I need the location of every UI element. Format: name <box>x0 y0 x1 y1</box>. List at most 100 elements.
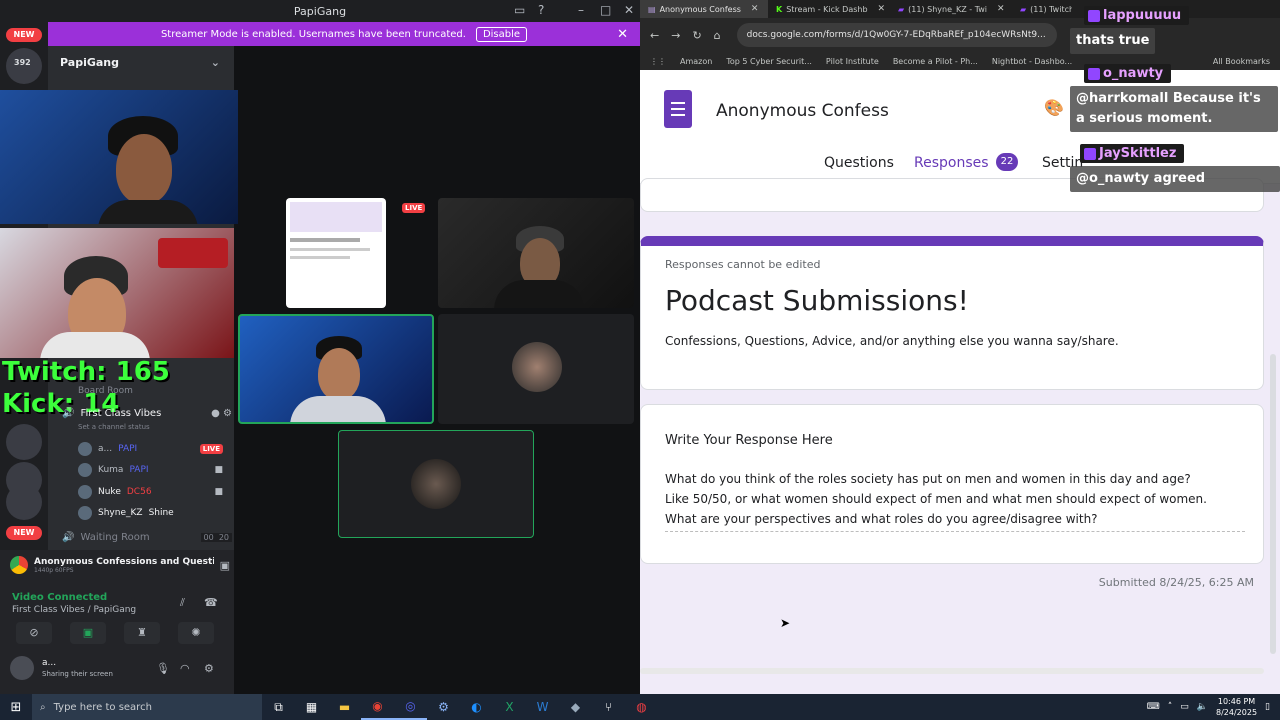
mic-icon[interactable]: 🎙 <box>156 662 170 675</box>
stop-stream-icon[interactable]: ▣ <box>220 559 230 572</box>
voice-user[interactable]: Shyne_KZ Shine <box>78 506 223 520</box>
chevron-up-icon[interactable]: ˄ <box>1168 702 1173 712</box>
user-tag: PAPI <box>118 444 138 454</box>
disable-streamer-mode-button[interactable]: Disable <box>475 26 528 42</box>
gear-icon[interactable]: ⚙ <box>204 662 214 675</box>
user-count: 00 20 <box>200 533 232 542</box>
forward-icon[interactable]: → <box>671 29 680 42</box>
url-text: docs.google.com/forms/d/1Qw0GY-7-EDqRbaR… <box>746 30 1046 40</box>
voice-channel-board-room[interactable]: Board Room <box>78 386 133 396</box>
word-icon[interactable]: W <box>526 694 559 720</box>
maximize-button[interactable]: □ <box>600 3 611 17</box>
streamer-mode-banner: Streamer Mode is enabled. Usernames have… <box>48 22 640 46</box>
new-badge: NEW <box>6 28 42 42</box>
clock[interactable]: 10:46 PM 8/24/2025 <box>1216 696 1257 718</box>
windows-start-icon[interactable]: ⊞ <box>0 700 32 715</box>
tab-label: Anonymous Confess <box>659 4 741 14</box>
excel-icon[interactable]: X <box>493 694 526 720</box>
tab-twitch-shyne[interactable]: ▰ (11) Shyne_KZ - Twi ✕ <box>890 0 1012 18</box>
connection-location[interactable]: First Class Vibes / PapiGang <box>12 605 136 615</box>
form-title[interactable]: Anonymous Confess <box>716 101 889 121</box>
close-tab-icon[interactable]: ✕ <box>878 4 886 14</box>
stage-video-speaking[interactable] <box>238 314 434 424</box>
tab-questions[interactable]: Questions <box>824 155 894 171</box>
user-count-limit: 20 <box>218 533 229 542</box>
close-tab-icon[interactable]: ✕ <box>751 4 759 14</box>
bookmark-nightbot[interactable]: Nightbot - Dashbo... <box>992 57 1072 66</box>
channel-name: Waiting Room <box>80 532 150 543</box>
server-header[interactable]: PapiGang ⌄ <box>48 50 234 74</box>
tab-twitch[interactable]: ▰ (11) Twitch <box>1012 0 1072 18</box>
task-view-icon[interactable]: ⧉ <box>262 694 295 720</box>
user-tag: Shine <box>148 508 174 518</box>
close-icon[interactable]: ✕ <box>617 27 628 42</box>
voice-user[interactable]: Kuma PAPI ■ <box>78 463 223 477</box>
file-explorer-icon[interactable]: ▬ <box>328 694 361 720</box>
network-icon[interactable]: ▭ <box>1180 702 1189 712</box>
apps-icon[interactable]: ⋮⋮ <box>650 57 666 66</box>
channel-status[interactable]: Set a channel status <box>78 423 150 431</box>
headset-icon[interactable]: ◠ <box>180 662 190 675</box>
channel-actions-icon[interactable]: ● ⚙ <box>211 408 232 419</box>
app-icon[interactable]: ▦ <box>295 694 328 720</box>
voice-channel-waiting-room[interactable]: 🔊 Waiting Room 00 20 <box>62 532 232 543</box>
taskbar-search[interactable]: ⌕ Type here to search <box>32 694 262 720</box>
discord-window: PapiGang ▭ ? – □ ✕ NEW 392 378 NEW PapiG… <box>0 0 640 694</box>
stage-video[interactable] <box>438 198 634 308</box>
minimize-button[interactable]: – <box>578 3 584 17</box>
avatar[interactable] <box>10 656 34 680</box>
tab-responses[interactable]: Responses <box>914 155 989 171</box>
volume-icon[interactable]: 🔈 <box>1197 702 1208 712</box>
cannot-edit-notice: Responses cannot be edited <box>665 258 821 271</box>
app-icon[interactable]: ◆ <box>559 694 592 720</box>
voice-user[interactable]: a... PAPI LIVE <box>78 442 223 456</box>
activity-row[interactable]: Anonymous Confessions and Questio... 144… <box>10 556 230 574</box>
stage-screen-share[interactable] <box>286 198 386 308</box>
discord-icon[interactable]: ◎ <box>394 694 427 720</box>
chat-message: @o_nawty agreed <box>1070 166 1280 192</box>
settings-icon[interactable]: ⚙ <box>427 694 460 720</box>
noise-suppression-icon[interactable]: ⫽ <box>180 596 185 610</box>
stage-avatar[interactable] <box>338 430 534 538</box>
kick-icon: K <box>776 4 783 14</box>
soundboard-button[interactable]: ✺ <box>178 622 214 644</box>
camera-off-button[interactable]: ⊘ <box>16 622 52 644</box>
help-icon[interactable]: ? <box>538 3 544 17</box>
search-icon: ⌕ <box>40 701 46 713</box>
obs-icon[interactable]: ◍ <box>625 694 658 720</box>
tab-anonymous-confessions[interactable]: ▤ Anonymous Confess ✕ <box>640 0 768 18</box>
palette-icon[interactable]: 🎨 <box>1044 98 1064 117</box>
notifications-icon[interactable]: ▯ <box>1265 702 1270 712</box>
keyboard-icon[interactable]: ⌨ <box>1147 702 1160 712</box>
server-icon[interactable] <box>6 484 42 520</box>
answer-line: What are your perspectives and what role… <box>665 512 1098 526</box>
disconnect-icon[interactable]: ☎ <box>204 596 218 609</box>
bookmark-become-a-pilot[interactable]: Become a Pilot - Ph... <box>893 57 978 66</box>
tab-kick-dashboard[interactable]: K Stream - Kick Dashb ✕ <box>768 0 890 18</box>
close-tab-icon[interactable]: ✕ <box>997 4 1005 14</box>
bookmark-cyber-security[interactable]: Top 5 Cyber Securit... <box>726 57 812 66</box>
close-button[interactable]: ✕ <box>624 3 634 17</box>
horizontal-scrollbar[interactable] <box>640 668 1264 674</box>
server-icon[interactable] <box>6 424 42 460</box>
google-forms-icon[interactable] <box>664 90 692 128</box>
home-icon[interactable]: ⌂ <box>714 29 721 42</box>
voice-channel-first-class-vibes[interactable]: 🔊 First Class Vibes ● ⚙ <box>62 408 232 419</box>
activities-button[interactable]: ♜ <box>124 622 160 644</box>
back-icon[interactable]: ← <box>650 29 659 42</box>
user-status: Sharing their screen <box>42 670 113 678</box>
screen-share-button[interactable]: ▣ <box>70 622 106 644</box>
reload-icon[interactable]: ↻ <box>692 29 701 42</box>
voice-user[interactable]: Nuke DC56 ■ <box>78 485 223 499</box>
chat-username: JaySkittlez <box>1080 144 1185 163</box>
inbox-icon[interactable]: ▭ <box>514 3 525 17</box>
bookmark-amazon[interactable]: Amazon <box>680 57 712 66</box>
bookmark-pilot-institute[interactable]: Pilot Institute <box>826 57 879 66</box>
url-input[interactable]: docs.google.com/forms/d/1Qw0GY-7-EDqRbaR… <box>736 23 1057 47</box>
app-icon[interactable]: ◐ <box>460 694 493 720</box>
vertical-scrollbar[interactable] <box>1270 354 1276 654</box>
app-icon[interactable]: ⑂ <box>592 694 625 720</box>
form-description: Confessions, Questions, Advice, and/or a… <box>665 334 1119 348</box>
chrome-icon[interactable]: ◉ <box>361 694 394 720</box>
stage-avatar[interactable] <box>438 314 634 424</box>
